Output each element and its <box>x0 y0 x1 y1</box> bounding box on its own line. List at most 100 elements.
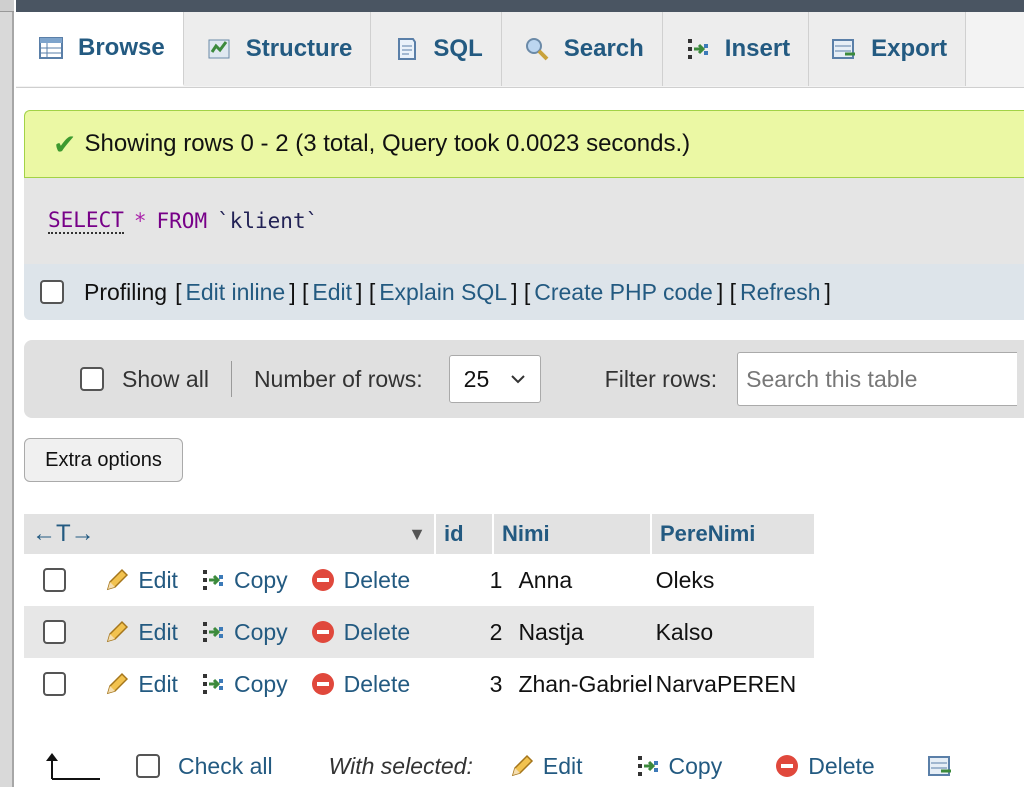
row-copy-button[interactable]: Copy <box>200 619 288 646</box>
profiling-label: Profiling <box>84 278 168 305</box>
profiling-bar: Profiling [ Edit inline ] [ Edit ] [ Exp… <box>24 264 1024 320</box>
insert-icon <box>687 39 708 59</box>
delete-icon <box>311 621 334 643</box>
cell-nimi: Zhan-Gabriel <box>518 670 653 697</box>
row-copy-button[interactable]: Copy <box>200 567 288 594</box>
results-table: ←T→ ▼ id Nimi PereNimi Edit Copy Delete … <box>24 514 814 710</box>
tab-export[interactable]: Export <box>809 12 967 86</box>
bracket: ] [ <box>511 278 531 305</box>
cell-id: 3 <box>489 670 503 697</box>
column-resize-icon[interactable]: ←T→ <box>32 520 95 548</box>
row-copy-button[interactable]: Copy <box>200 671 288 698</box>
sql-keyword-select[interactable]: SELECT <box>48 208 124 234</box>
collapse-handle[interactable] <box>0 0 14 12</box>
bulk-delete-button[interactable]: Delete <box>774 753 875 780</box>
filter-rows-label: Filter rows: <box>604 365 718 392</box>
row-edit-button[interactable]: Edit <box>104 671 178 698</box>
sql-table-name: `klient` <box>217 209 319 233</box>
pencil-icon <box>107 568 129 591</box>
sql-query-box: SELECT * FROM `klient` <box>24 178 1024 264</box>
row-edit-button[interactable]: Edit <box>104 619 178 646</box>
copy-icon <box>202 622 223 642</box>
table-row: Edit Copy Delete 3 Zhan-Gabriel NarvaPER… <box>24 658 814 710</box>
bulk-copy-button[interactable]: Copy <box>635 752 723 780</box>
column-header-nimi[interactable]: Nimi <box>492 514 650 554</box>
cell-perenimi: NarvaPEREN <box>655 670 797 697</box>
show-all-checkbox[interactable] <box>80 367 104 391</box>
row-copy-label: Copy <box>233 566 288 593</box>
bulk-copy-label: Copy <box>668 752 723 779</box>
export-icon[interactable] <box>927 753 953 779</box>
edit-inline-link[interactable]: Edit inline <box>186 279 286 306</box>
bulk-edit-button[interactable]: Edit <box>509 753 583 780</box>
bracket: ] [ <box>356 278 376 305</box>
filter-rows-input[interactable]: Search this table <box>737 352 1018 406</box>
row-delete-button[interactable]: Delete <box>310 671 410 698</box>
row-edit-label: Edit <box>138 618 178 645</box>
bracket: [ <box>175 278 182 305</box>
column-arrows: ←T→ ▼ <box>24 520 434 548</box>
row-delete-label: Delete <box>343 618 411 645</box>
sql-keyword-from: FROM <box>156 209 208 233</box>
arrow-up-left-icon <box>46 753 100 780</box>
navigation-bar: Show all Number of rows: 25 Filter rows:… <box>24 340 1024 418</box>
copy-icon <box>202 570 223 590</box>
tab-structure-label: Structure <box>245 35 353 62</box>
delete-icon <box>311 569 334 591</box>
row-checkbox[interactable] <box>43 568 67 592</box>
export-icon <box>832 39 856 59</box>
row-delete-button[interactable]: Delete <box>310 619 410 646</box>
extra-options-label: Extra options <box>45 448 162 471</box>
rows-per-page-select[interactable]: 25 <box>448 355 541 403</box>
success-message: ✔ Showing rows 0 - 2 (3 total, Query too… <box>24 110 1024 178</box>
bracket: ] [ <box>716 278 736 305</box>
sql-icon <box>398 38 417 60</box>
create-php-code-link[interactable]: Create PHP code <box>534 279 713 306</box>
show-all-label: Show all <box>122 365 209 392</box>
extra-options-button[interactable]: Extra options <box>24 438 183 482</box>
pencil-icon <box>107 672 129 695</box>
table-row: Edit Copy Delete 2 Nastja Kalso <box>24 606 814 658</box>
rows-per-page-value: 25 <box>463 365 490 392</box>
tab-search-label: Search <box>563 35 644 62</box>
column-header-id[interactable]: id <box>434 514 492 554</box>
profiling-checkbox[interactable] <box>40 280 64 304</box>
check-all-checkbox[interactable] <box>136 754 160 778</box>
tab-search[interactable]: Search <box>501 12 663 86</box>
row-checkbox[interactable] <box>43 620 67 644</box>
rows-label: Number of rows: <box>253 365 423 392</box>
row-delete-label: Delete <box>343 670 411 697</box>
refresh-link[interactable]: Refresh <box>740 279 821 306</box>
tab-insert[interactable]: Insert <box>662 12 810 86</box>
tab-sql[interactable]: SQL <box>371 12 502 86</box>
top-tabs: Browse Structure SQL Search Insert Expor… <box>16 12 1024 88</box>
divider <box>230 361 232 397</box>
tab-export-label: Export <box>871 35 948 62</box>
left-frame-strip <box>0 0 14 787</box>
sort-caret-icon[interactable]: ▼ <box>408 524 426 545</box>
cell-nimi: Anna <box>518 566 573 593</box>
explain-sql-link[interactable]: Explain SQL <box>379 279 507 306</box>
row-copy-label: Copy <box>233 670 288 697</box>
row-checkbox[interactable] <box>43 672 67 696</box>
table-header: ←T→ ▼ id Nimi PereNimi <box>24 514 814 554</box>
delete-icon <box>776 755 799 777</box>
success-check-icon: ✔ <box>53 128 77 160</box>
row-delete-button[interactable]: Delete <box>310 567 410 594</box>
filter-rows-placeholder: Search this table <box>746 365 918 392</box>
row-copy-label: Copy <box>233 618 288 645</box>
cell-perenimi: Kalso <box>655 618 714 645</box>
copy-icon <box>637 756 658 776</box>
check-all-label[interactable]: Check all <box>178 753 273 780</box>
row-delete-label: Delete <box>343 566 411 593</box>
column-header-perenimi[interactable]: PereNimi <box>650 514 814 554</box>
row-edit-button[interactable]: Edit <box>104 567 178 594</box>
tab-structure[interactable]: Structure <box>183 12 372 86</box>
bracket: ] [ <box>289 278 309 305</box>
bulk-edit-label: Edit <box>542 752 583 779</box>
cell-id: 2 <box>489 618 503 645</box>
bracket: ] <box>824 278 831 305</box>
tab-browse[interactable]: Browse <box>16 12 184 86</box>
browse-icon <box>39 37 63 59</box>
edit-query-link[interactable]: Edit <box>312 279 352 306</box>
